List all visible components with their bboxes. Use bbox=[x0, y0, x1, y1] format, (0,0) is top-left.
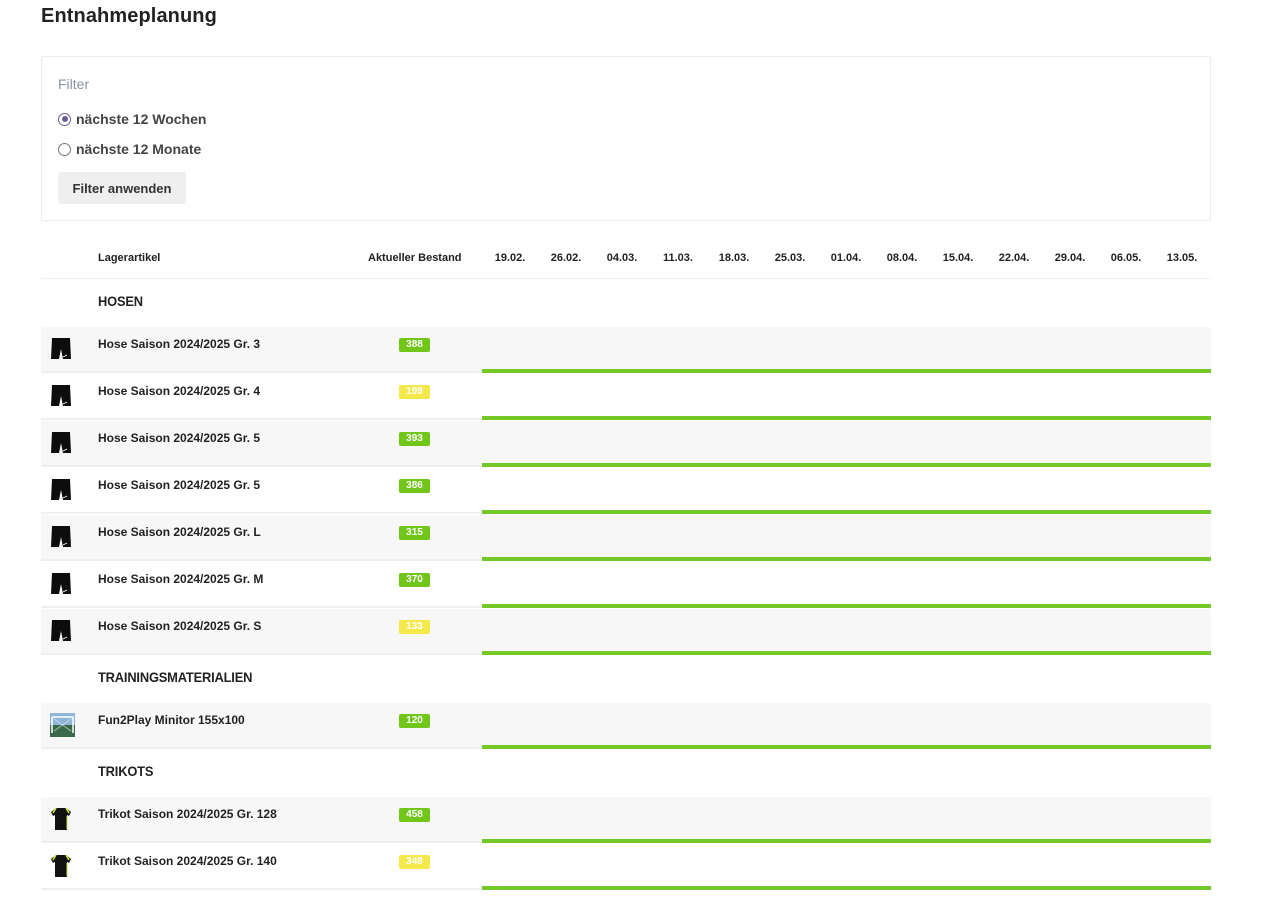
apply-filter-button[interactable]: Filter anwenden bbox=[58, 172, 186, 204]
header-date: 13.05. bbox=[1166, 252, 1198, 264]
stock-badge: 458 bbox=[399, 808, 430, 822]
group-header: TRIKOTS bbox=[41, 749, 1211, 796]
header-date: 29.04. bbox=[1054, 252, 1086, 264]
stock-badge: 199 bbox=[399, 385, 430, 399]
table-row[interactable]: Hose Saison 2024/2025 Gr. 5 386 bbox=[41, 467, 1211, 514]
group-header: HOSEN bbox=[41, 279, 1211, 326]
article-name: Hose Saison 2024/2025 Gr. S bbox=[98, 619, 262, 633]
group-header: TRAININGSMATERIALIEN bbox=[41, 655, 1211, 702]
stock-badge: 348 bbox=[399, 855, 430, 869]
table-row[interactable]: Hose Saison 2024/2025 Gr. S 133 bbox=[41, 608, 1211, 655]
radio-button-checked[interactable] bbox=[58, 112, 71, 126]
stock-badge: 393 bbox=[399, 432, 430, 446]
header-date: 11.03. bbox=[663, 252, 693, 264]
header-date: 08.04. bbox=[886, 252, 918, 264]
jersey-icon bbox=[50, 854, 72, 878]
radio-next-12-months[interactable]: nächste 12 Monate bbox=[58, 141, 201, 157]
header-date: 25.03. bbox=[774, 252, 806, 264]
table-row[interactable]: Hose Saison 2024/2025 Gr. L 315 bbox=[41, 514, 1211, 561]
group-title: TRIKOTS bbox=[98, 763, 154, 779]
timeline-bar bbox=[482, 886, 1211, 890]
header-date: 22.04. bbox=[998, 252, 1030, 264]
planning-table: Lagerartikel Aktueller Bestand 19.02. 26.… bbox=[41, 240, 1211, 890]
header-article: Lagerartikel bbox=[98, 252, 161, 264]
radio-next-12-weeks[interactable]: nächste 12 Wochen bbox=[58, 111, 206, 127]
header-date: 26.02. bbox=[550, 252, 582, 264]
shorts-icon bbox=[50, 525, 72, 549]
stock-badge: 120 bbox=[399, 714, 430, 728]
article-name: Hose Saison 2024/2025 Gr. 5 bbox=[98, 478, 261, 492]
page: Entnahmeplanung Filter nächste 12 Wochen… bbox=[0, 0, 1263, 897]
stock-badge: 133 bbox=[399, 620, 430, 634]
article-name: Trikot Saison 2024/2025 Gr. 140 bbox=[98, 854, 277, 868]
goal-icon bbox=[50, 713, 75, 737]
article-name: Hose Saison 2024/2025 Gr. L bbox=[98, 525, 261, 539]
group-title: TRAININGSMATERIALIEN bbox=[98, 669, 253, 685]
shorts-icon bbox=[50, 478, 72, 502]
table-row[interactable]: Hose Saison 2024/2025 Gr. M 370 bbox=[41, 561, 1211, 608]
table-header: Lagerartikel Aktueller Bestand 19.02. 26.… bbox=[41, 240, 1211, 279]
article-name: Trikot Saison 2024/2025 Gr. 128 bbox=[98, 807, 277, 821]
header-date: 19.02. bbox=[494, 252, 526, 264]
row-divider bbox=[41, 888, 482, 890]
shorts-icon bbox=[50, 384, 72, 408]
shorts-icon bbox=[50, 619, 72, 643]
jersey-icon bbox=[50, 807, 72, 831]
shorts-icon bbox=[50, 572, 72, 596]
article-name: Hose Saison 2024/2025 Gr. 5 bbox=[98, 431, 261, 445]
radio-button[interactable] bbox=[58, 142, 71, 156]
article-name: Hose Saison 2024/2025 Gr. 4 bbox=[98, 384, 261, 398]
shorts-icon bbox=[50, 431, 72, 455]
table-body: HOSEN Hose Saison 2024/2025 Gr. 3 388 Hose … bbox=[41, 279, 1211, 890]
table-row[interactable]: Hose Saison 2024/2025 Gr. 4 199 bbox=[41, 373, 1211, 420]
header-date: 15.04. bbox=[942, 252, 974, 264]
filter-title: Filter bbox=[58, 76, 90, 92]
header-date: 06.05. bbox=[1110, 252, 1142, 264]
article-name: Hose Saison 2024/2025 Gr. M bbox=[98, 572, 264, 586]
radio-label: nächste 12 Wochen bbox=[76, 111, 207, 127]
header-date: 04.03. bbox=[606, 252, 638, 264]
table-row[interactable]: Trikot Saison 2024/2025 Gr. 128 458 bbox=[41, 796, 1211, 843]
table-row[interactable]: Trikot Saison 2024/2025 Gr. 140 348 bbox=[41, 843, 1211, 890]
article-name: Fun2Play Minitor 155x100 bbox=[98, 713, 245, 727]
stock-badge: 315 bbox=[399, 526, 430, 540]
radio-label: nächste 12 Monate bbox=[76, 141, 202, 157]
group-title: HOSEN bbox=[98, 293, 143, 309]
stock-badge: 386 bbox=[399, 479, 430, 493]
page-title: Entnahmeplanung bbox=[41, 5, 217, 27]
header-date: 18.03. bbox=[718, 252, 750, 264]
filter-panel: Filter nächste 12 Wochen nächste 12 Mona… bbox=[41, 56, 1211, 221]
table-row[interactable]: Hose Saison 2024/2025 Gr. 5 393 bbox=[41, 420, 1211, 467]
table-row[interactable]: Hose Saison 2024/2025 Gr. 3 388 bbox=[41, 326, 1211, 373]
table-row[interactable]: Fun2Play Minitor 155x100 120 bbox=[41, 702, 1211, 749]
header-date: 01.04. bbox=[830, 252, 862, 264]
article-name: Hose Saison 2024/2025 Gr. 3 bbox=[98, 337, 261, 351]
stock-badge: 388 bbox=[399, 338, 430, 352]
header-stock: Aktueller Bestand bbox=[368, 252, 462, 264]
shorts-icon bbox=[50, 337, 72, 361]
stock-badge: 370 bbox=[399, 573, 430, 587]
